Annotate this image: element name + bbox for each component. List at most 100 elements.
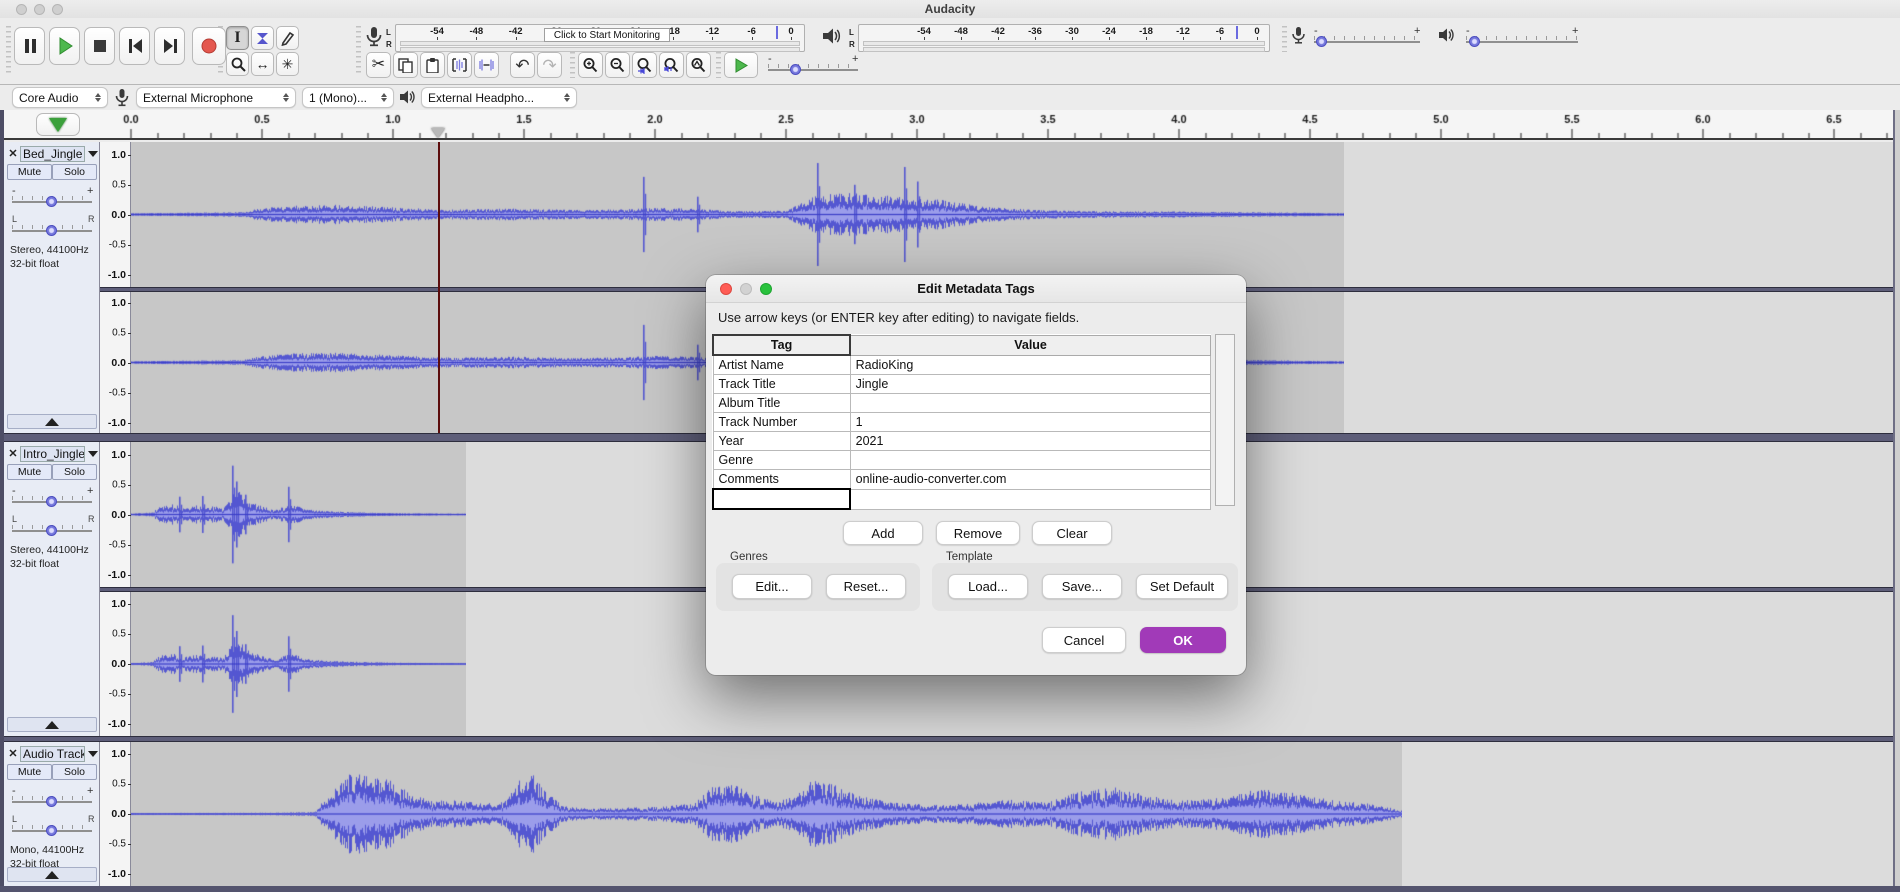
tag-cell[interactable]: Album Title xyxy=(713,394,850,413)
genres-reset-button[interactable]: Reset... xyxy=(826,574,906,599)
tag-cell[interactable]: Comments xyxy=(713,470,850,490)
meter-toolbar-grip[interactable] xyxy=(356,26,361,76)
copy-button[interactable] xyxy=(393,52,418,78)
track-menu-dropdown-icon[interactable] xyxy=(88,451,98,457)
playback-volume-slider[interactable] xyxy=(1469,36,1480,47)
tag-cell[interactable]: Genre xyxy=(713,451,850,470)
track-menu-dropdown-icon[interactable] xyxy=(88,151,98,157)
timeshift-tool[interactable]: ↔ xyxy=(251,52,274,76)
solo-button[interactable]: Solo xyxy=(52,764,97,780)
waveform-canvas[interactable] xyxy=(131,742,1402,886)
pan-slider[interactable] xyxy=(46,825,57,836)
track-title[interactable]: Intro_Jingle xyxy=(20,446,85,462)
rewind-to-start-button[interactable] xyxy=(119,27,150,65)
pan-slider[interactable] xyxy=(46,225,57,236)
tag-cell[interactable]: Track Title xyxy=(713,375,850,394)
play-at-speed-button[interactable] xyxy=(724,52,758,78)
zoom-selection-button[interactable] xyxy=(632,52,657,78)
value-column-header[interactable]: Value xyxy=(850,335,1210,355)
redo-button[interactable]: ↷ xyxy=(537,52,562,78)
zoom-in-button[interactable] xyxy=(578,52,603,78)
gain-slider[interactable] xyxy=(46,196,57,207)
waveform-canvas[interactable] xyxy=(131,442,466,587)
recording-channels-dropdown[interactable]: 1 (Mono)... xyxy=(302,87,394,108)
gain-slider[interactable] xyxy=(46,496,57,507)
collapse-track-button[interactable] xyxy=(7,867,97,882)
gain-slider[interactable] xyxy=(46,796,57,807)
cancel-button[interactable]: Cancel xyxy=(1042,627,1126,653)
recording-meter[interactable]: -54-48-42-36-30-24-18-12-60Click to Star… xyxy=(395,24,805,52)
tag-cell[interactable] xyxy=(713,489,850,509)
zoom-tool[interactable] xyxy=(226,52,249,76)
tag-cell[interactable]: Artist Name xyxy=(713,355,850,375)
track-close-button[interactable]: ✕ xyxy=(6,747,20,760)
cut-button[interactable]: ✂ xyxy=(366,52,391,78)
set-default-button[interactable]: Set Default xyxy=(1136,574,1228,599)
tag-cell[interactable]: Year xyxy=(713,432,850,451)
track-title[interactable]: Bed_Jingle xyxy=(20,146,85,162)
mixer-toolbar-grip[interactable] xyxy=(1282,26,1287,52)
pinned-playhead-button[interactable] xyxy=(36,113,80,136)
timeline-ruler[interactable] xyxy=(0,110,1900,140)
remove-button[interactable]: Remove xyxy=(936,521,1020,545)
trim-audio-button[interactable] xyxy=(447,52,472,78)
collapse-track-button[interactable] xyxy=(7,717,97,732)
recording-volume-slider[interactable] xyxy=(1316,36,1327,47)
waveform-canvas[interactable] xyxy=(131,592,466,736)
ok-button[interactable]: OK xyxy=(1140,627,1226,653)
template-save-button[interactable]: Save... xyxy=(1042,574,1122,599)
table-scrollbar[interactable] xyxy=(1215,334,1235,506)
stop-button[interactable] xyxy=(84,27,115,65)
vertical-scrollbar[interactable] xyxy=(1893,110,1900,892)
value-cell[interactable]: RadioKing xyxy=(850,355,1210,375)
silence-audio-button[interactable] xyxy=(474,52,499,78)
recording-device-dropdown[interactable]: External Microphone xyxy=(136,87,296,108)
selection-tool[interactable]: I xyxy=(226,26,249,50)
pan-slider[interactable] xyxy=(46,525,57,536)
track-close-button[interactable]: ✕ xyxy=(6,447,20,460)
track-close-button[interactable]: ✕ xyxy=(6,147,20,160)
value-cell[interactable] xyxy=(850,451,1210,470)
track-title[interactable]: Audio Track xyxy=(20,746,85,762)
value-cell[interactable]: Jingle xyxy=(850,375,1210,394)
pause-button[interactable] xyxy=(14,27,45,65)
playback-device-dropdown[interactable]: External Headpho... xyxy=(421,87,577,108)
solo-button[interactable]: Solo xyxy=(52,464,97,480)
tag-column-header[interactable]: Tag xyxy=(713,335,850,355)
speed-slider[interactable] xyxy=(790,64,801,75)
zoom-fit-button[interactable] xyxy=(659,52,684,78)
zoom-toolbar-grip[interactable] xyxy=(570,52,575,78)
solo-button[interactable]: Solo xyxy=(52,164,97,180)
collapse-track-button[interactable] xyxy=(7,414,97,429)
mute-button[interactable]: Mute xyxy=(7,464,52,480)
genres-edit-button[interactable]: Edit... xyxy=(732,574,812,599)
transport-toolbar-grip[interactable] xyxy=(6,26,11,76)
audio-host-dropdown[interactable]: Core Audio xyxy=(12,87,108,108)
template-load-button[interactable]: Load... xyxy=(948,574,1028,599)
mute-button[interactable]: Mute xyxy=(7,164,52,180)
skip-to-end-button[interactable] xyxy=(154,27,185,65)
track-menu-dropdown-icon[interactable] xyxy=(88,751,98,757)
add-button[interactable]: Add xyxy=(843,521,923,545)
value-cell[interactable]: 2021 xyxy=(850,432,1210,451)
multi-tool[interactable]: ✳ xyxy=(276,52,299,76)
start-monitoring-button[interactable]: Click to Start Monitoring xyxy=(544,28,670,42)
value-cell[interactable] xyxy=(850,394,1210,413)
value-cell[interactable]: online-audio-converter.com xyxy=(850,470,1210,490)
mute-button[interactable]: Mute xyxy=(7,764,52,780)
record-button[interactable] xyxy=(192,27,226,65)
undo-button[interactable]: ↶ xyxy=(510,52,535,78)
value-cell[interactable] xyxy=(850,489,1210,509)
waveform-canvas[interactable] xyxy=(131,142,1344,287)
playback-meter[interactable]: -54-48-42-36-30-24-18-12-60 xyxy=(858,24,1270,52)
playhead-marker-icon[interactable] xyxy=(431,128,445,138)
value-cell[interactable]: 1 xyxy=(850,413,1210,432)
play-at-speed-grip[interactable] xyxy=(716,52,721,78)
envelope-tool[interactable] xyxy=(251,26,274,50)
play-button[interactable] xyxy=(49,27,80,65)
zoom-toggle-button[interactable] xyxy=(686,52,711,78)
draw-tool[interactable] xyxy=(276,26,299,50)
zoom-out-button[interactable] xyxy=(605,52,630,78)
clear-button[interactable]: Clear xyxy=(1032,521,1112,545)
paste-button[interactable] xyxy=(420,52,445,78)
